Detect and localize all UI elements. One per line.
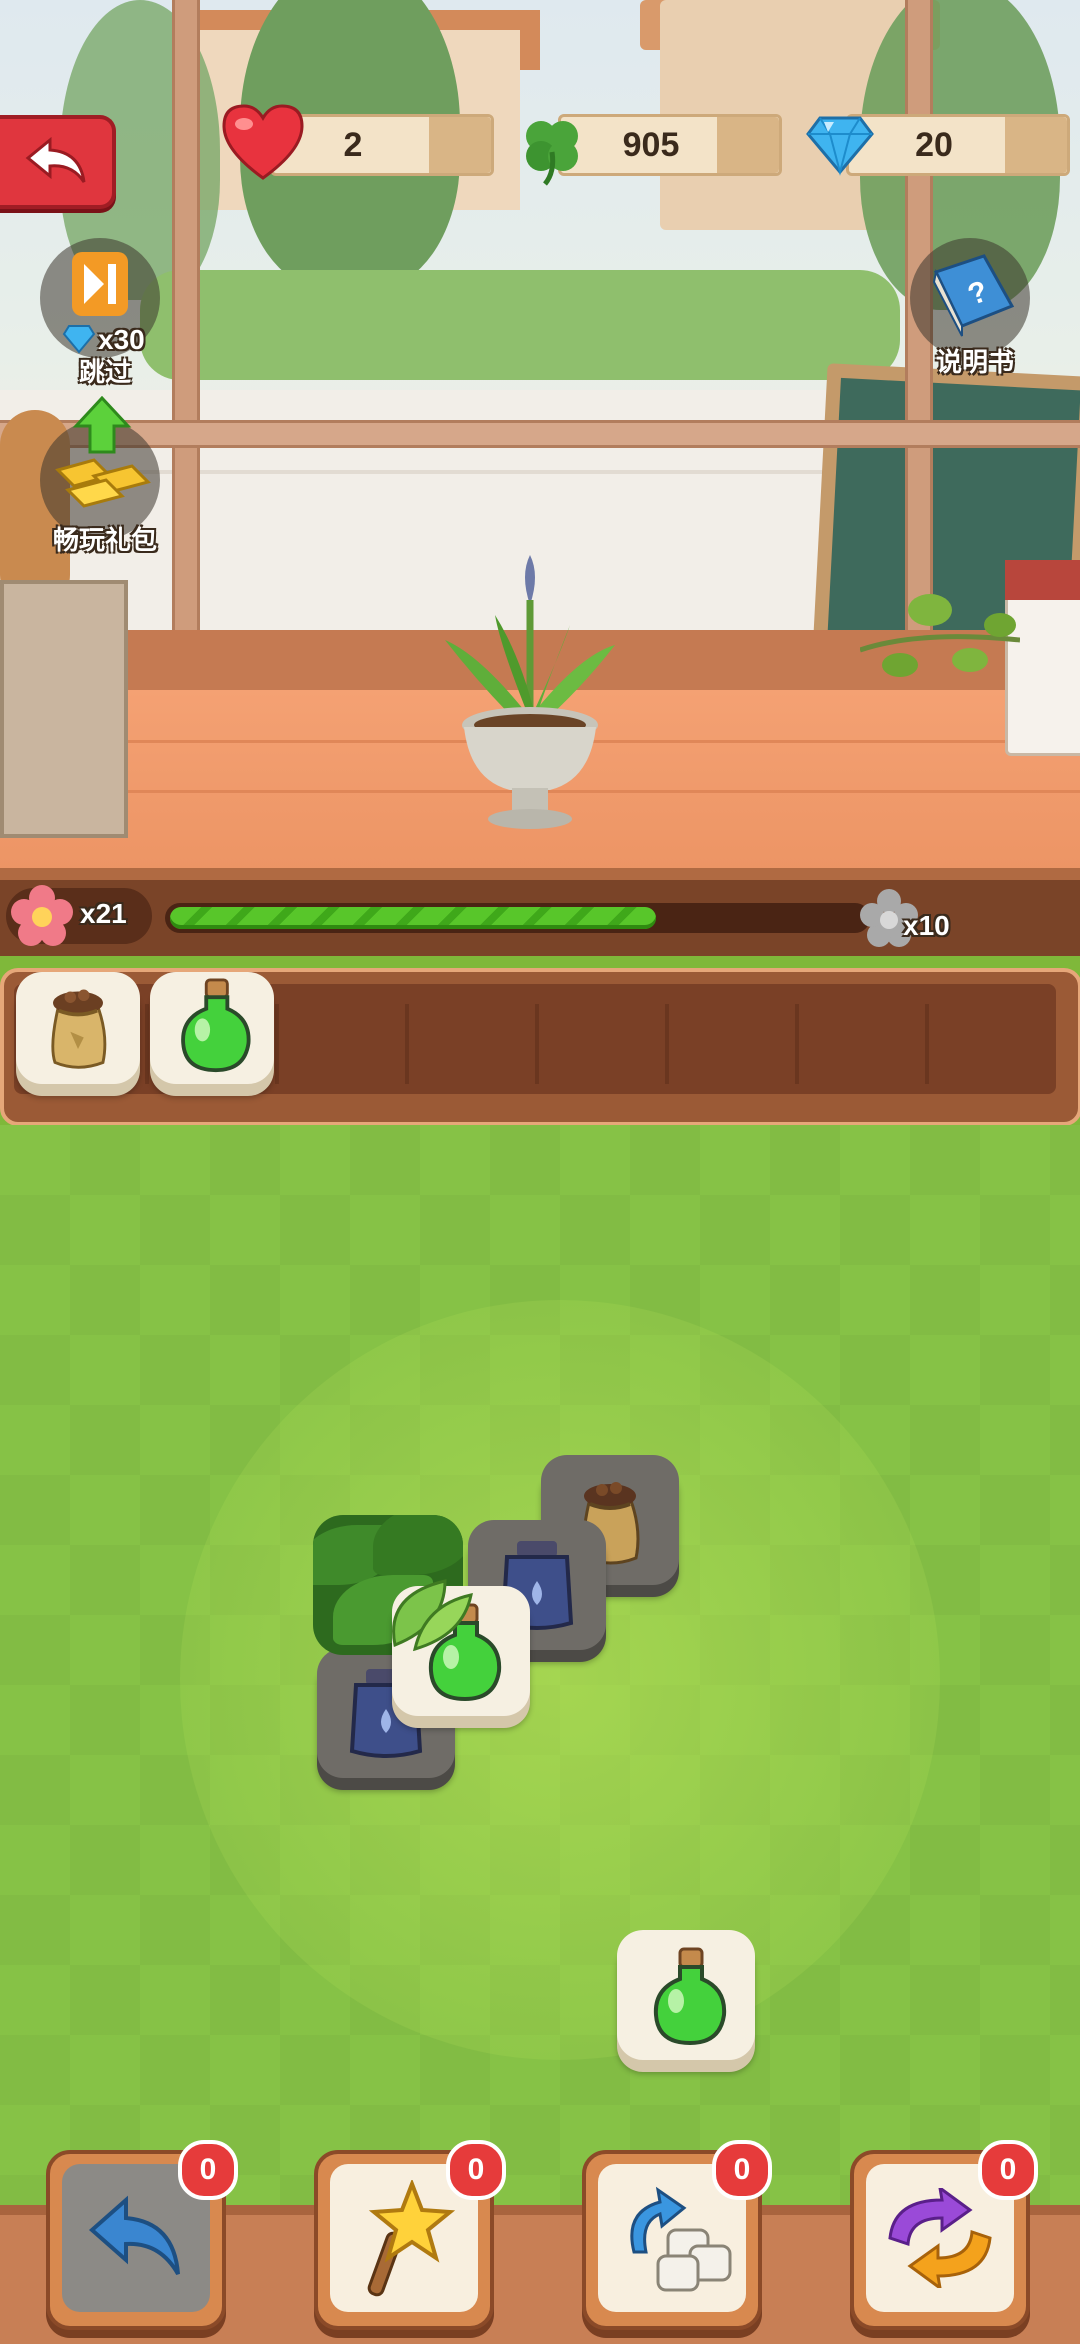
tray-slot-divider (665, 1004, 669, 1084)
gem-icon (806, 116, 874, 176)
gem-icon (62, 325, 96, 354)
manual-button[interactable]: ? (910, 238, 1030, 358)
swap-count-badge: 0 (978, 2140, 1038, 2200)
target-count: x10 (903, 910, 950, 941)
tray-tile-seed-bag (16, 972, 140, 1084)
tray-slot-divider (535, 1004, 539, 1084)
window-frame (172, 0, 200, 640)
leaf-decoration (392, 1579, 473, 1652)
counter-tail (429, 117, 491, 173)
counter-tail (717, 117, 779, 173)
gold-bars-icon (55, 396, 151, 508)
swap-arrows-icon (888, 2188, 992, 2288)
clovers-value: 905 (622, 126, 680, 164)
shuffle-tiles-icon (630, 2186, 732, 2292)
seed-bag-icon (51, 989, 107, 1069)
tray-slot-divider (145, 1004, 149, 1084)
clovers-counter: 905 (558, 114, 782, 176)
tray-slot-divider (275, 1004, 279, 1084)
tray-slot-divider (405, 1004, 409, 1084)
manual-label: 说明书 (935, 347, 1014, 377)
window-frame (0, 420, 1080, 448)
back-button[interactable] (0, 115, 116, 209)
back-arrow-icon (25, 136, 86, 183)
tray-slot-divider (925, 1004, 929, 1084)
potted-plant (445, 555, 615, 829)
magic-wand-icon (367, 2180, 456, 2297)
hearts-value: 2 (343, 126, 363, 164)
progress-bar-fill (170, 907, 656, 929)
board-glow (180, 1300, 940, 2060)
heart-icon (222, 104, 304, 180)
board-tile-green-potion[interactable] (617, 1930, 755, 2060)
gift-pack-label: 畅玩礼包 (52, 525, 157, 555)
counter-tail (1005, 117, 1067, 173)
green-potion-icon (181, 978, 251, 1073)
wooden-crate (0, 580, 128, 838)
green-potion-icon (653, 1947, 727, 2046)
gems-value: 20 (915, 126, 953, 164)
vine-leaves (860, 594, 1020, 677)
skip-label: 跳过 (78, 357, 131, 387)
undo-arrow-icon (88, 2195, 180, 2275)
book-icon: ? (932, 254, 1015, 337)
skip-icon (72, 252, 128, 316)
tray-slot-divider (795, 1004, 799, 1084)
clover-icon (526, 121, 578, 186)
skip-button[interactable]: x30 (40, 238, 160, 358)
pink-flower-icon (11, 885, 73, 946)
shuffle-count-badge: 0 (712, 2140, 772, 2200)
flower-count: x21 (80, 898, 127, 929)
table-edge (0, 868, 1080, 880)
tray-tile-green-potion (150, 972, 274, 1084)
wand-count-badge: 0 (446, 2140, 506, 2200)
background-hedge (140, 270, 900, 380)
undo-count-badge: 0 (178, 2140, 238, 2200)
gems-counter: 20 (846, 114, 1070, 176)
